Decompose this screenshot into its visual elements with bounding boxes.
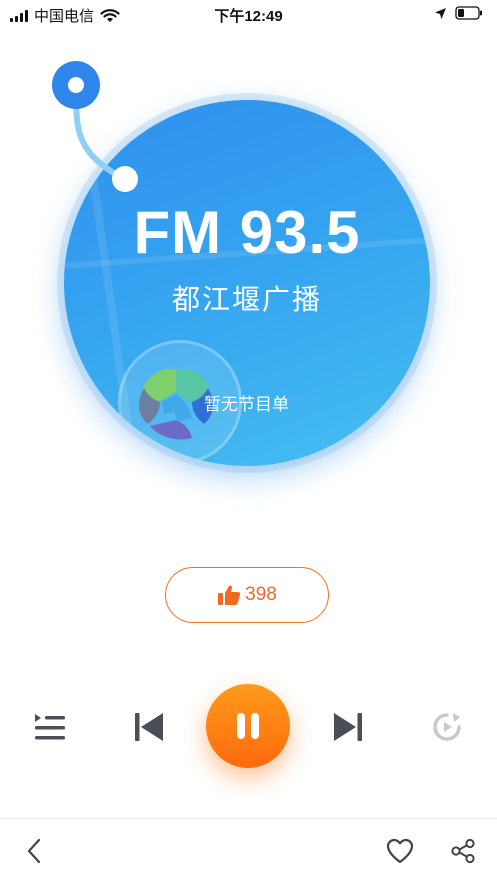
status-bar: 中国电信 下午12:49: [0, 0, 497, 28]
pause-button[interactable]: [206, 684, 290, 768]
status-right: [434, 6, 483, 20]
back-chevron-icon: [27, 838, 41, 864]
tonearm: [52, 61, 138, 192]
share-icon: [451, 838, 475, 864]
favorite-button[interactable]: [384, 835, 416, 867]
thumbs-up-icon: [218, 585, 241, 605]
previous-button[interactable]: [127, 705, 171, 749]
like-button[interactable]: 398: [165, 567, 329, 623]
loop-button[interactable]: [425, 705, 469, 749]
battery-icon: [455, 6, 482, 20]
bottom-bar: [0, 818, 497, 884]
like-count: 398: [245, 584, 277, 605]
playlist-button[interactable]: [28, 705, 72, 749]
pause-icon: [237, 713, 259, 739]
station-name: 都江堰广播: [171, 284, 322, 315]
skip-next-icon: [334, 713, 362, 741]
skip-previous-icon: [135, 713, 163, 741]
next-button[interactable]: [326, 705, 370, 749]
heart-icon: [386, 838, 414, 864]
back-button[interactable]: [18, 835, 50, 867]
loop-icon: [433, 713, 461, 741]
share-button[interactable]: [447, 835, 479, 867]
location-arrow-icon: [435, 7, 446, 19]
status-time: 下午12:49: [214, 8, 283, 25]
playlist-icon: [35, 714, 65, 740]
frequency-label: FM 93.5: [133, 199, 361, 266]
program-status: 暂无节目单: [204, 395, 289, 414]
